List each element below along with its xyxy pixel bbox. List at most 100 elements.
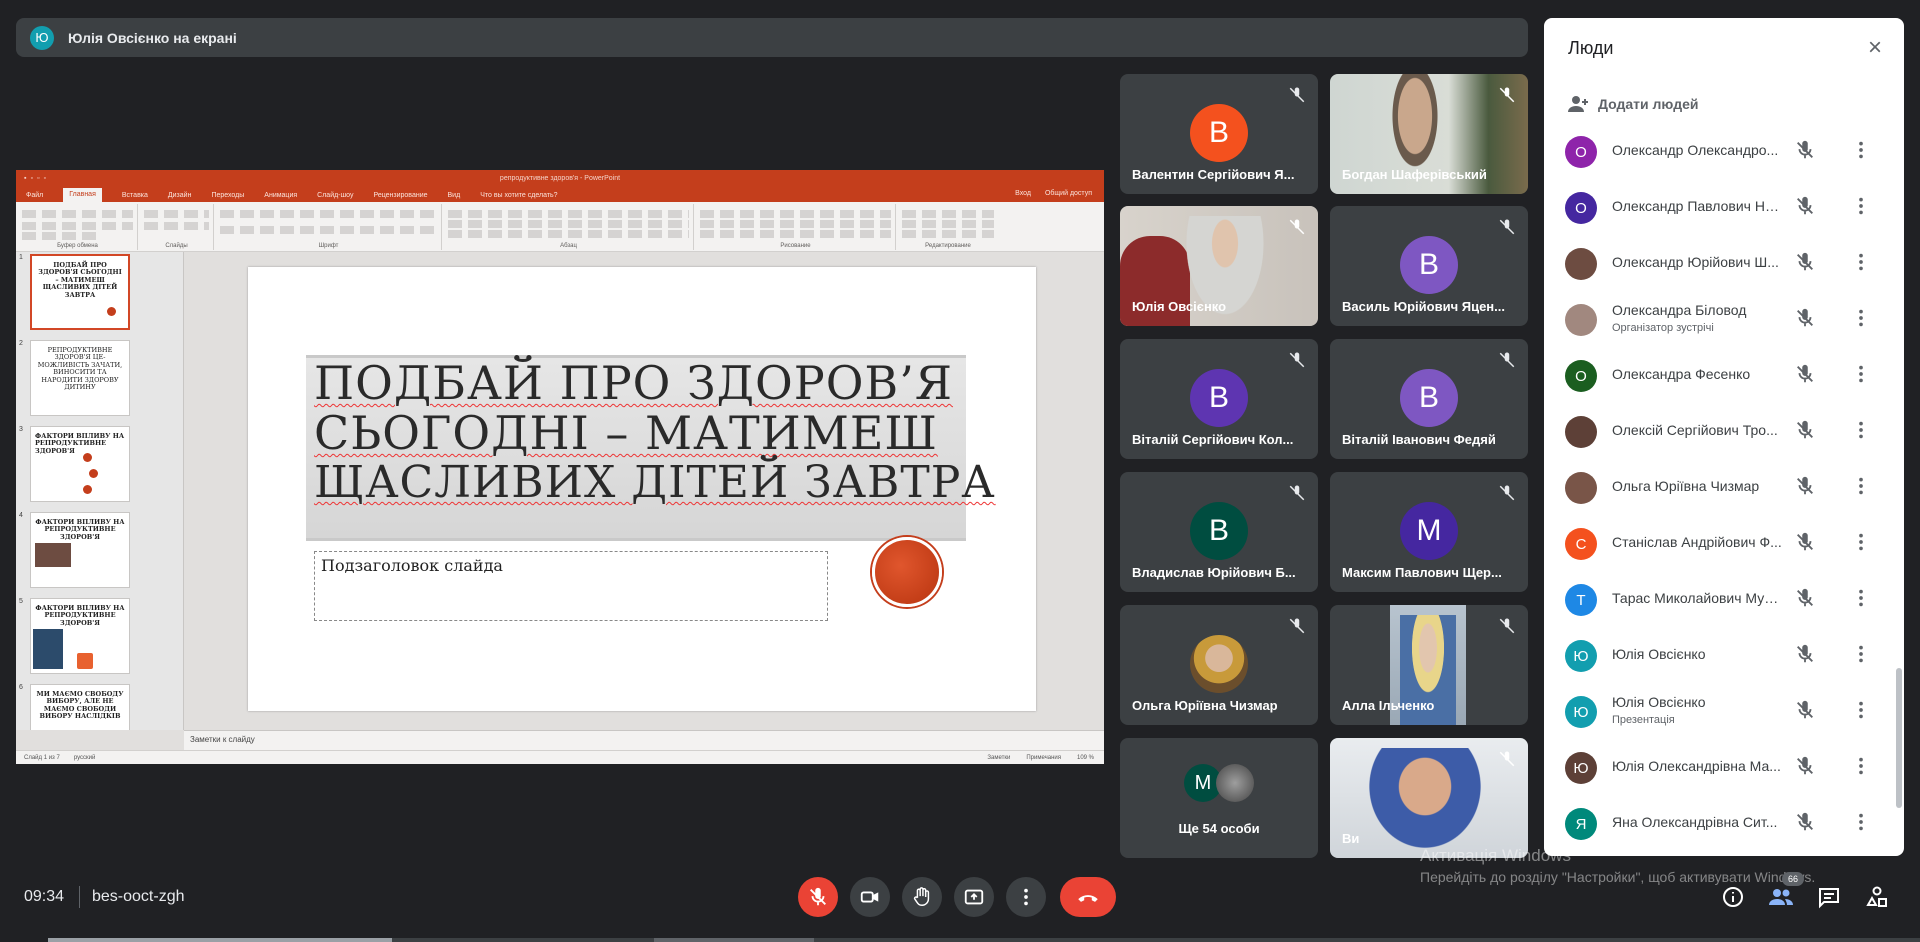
tile-participant[interactable]: В Віталій Іванович Федяй <box>1330 339 1528 459</box>
avatar: Ю <box>1565 752 1597 784</box>
avatar: Я <box>1565 808 1597 840</box>
mic-off-icon <box>1499 352 1515 368</box>
tile-name: Валентин Сергійович Я... <box>1132 167 1295 182</box>
tile-participant[interactable]: Богдан Шаферівський <box>1330 74 1528 194</box>
menu-signin: Вход <box>1015 190 1031 197</box>
more-vert-icon[interactable] <box>1850 139 1870 161</box>
more-vert-icon[interactable] <box>1850 307 1870 329</box>
participant-row[interactable]: С Станіслав Андрійович Ф... <box>1544 514 1888 570</box>
scrollbar[interactable] <box>1896 668 1902 808</box>
person-add-icon <box>1568 96 1588 112</box>
tile-self[interactable]: Ви <box>1330 738 1528 858</box>
present-button[interactable] <box>954 877 994 917</box>
more-vert-icon[interactable] <box>1850 251 1870 273</box>
avatar-photo <box>1216 764 1254 802</box>
tile-participant[interactable]: В Владислав Юрійович Б... <box>1120 472 1318 592</box>
mic-off-icon <box>1794 475 1816 497</box>
tile-participant[interactable]: Ольга Юріївна Чизмар <box>1120 605 1318 725</box>
more-vert-icon[interactable] <box>1850 419 1870 441</box>
more-vert-icon[interactable] <box>1850 587 1870 609</box>
mic-off-icon <box>1794 811 1816 833</box>
tile-more-people[interactable]: М Ще 54 особи <box>1120 738 1318 858</box>
participant-row[interactable]: Ю Юлія Олександрівна Ма... <box>1544 738 1888 794</box>
participant-row[interactable]: Олександр Юрійович Ш... <box>1544 234 1888 290</box>
participant-name: Юлія Овсієнко <box>1612 694 1706 710</box>
more-vert-icon[interactable] <box>1850 643 1870 665</box>
participant-row[interactable]: О Олександр Олександро... <box>1544 122 1888 178</box>
mic-off-icon <box>1499 618 1515 634</box>
more-options-button[interactable] <box>1006 877 1046 917</box>
participant-name: Ольга Юріївна Чизмар <box>1612 478 1760 494</box>
tile-participant[interactable]: В Віталій Сергійович Кол... <box>1120 339 1318 459</box>
menu-file: Файл <box>26 191 44 199</box>
participant-row[interactable]: Олексій Сергійович Тро... <box>1544 402 1888 458</box>
activities-button[interactable] <box>1864 884 1890 910</box>
thumb-slide-6: МИ МАЄМО СВОБОДУ ВИБОРУ, АЛЕ НЕ МАЄМО СВ… <box>30 684 130 730</box>
mic-off-icon <box>1289 352 1305 368</box>
slide-subtitle: Подзаголовок слайда <box>314 551 828 621</box>
avatar <box>1565 304 1597 336</box>
chat-button[interactable] <box>1816 884 1842 910</box>
presenter-avatar: Ю <box>30 25 54 50</box>
slide-decor-circle <box>872 537 942 607</box>
participant-row[interactable]: О Олександр Павлович Но... <box>1544 178 1888 234</box>
avatar: М <box>1400 502 1458 560</box>
divider <box>79 886 80 908</box>
menu-review: Рецензирование <box>373 191 428 199</box>
participant-row[interactable]: Ольга Юріївна Чизмар <box>1544 458 1888 514</box>
participant-row[interactable]: Ю Юлія Овсієнко <box>1544 626 1888 682</box>
more-vert-icon[interactable] <box>1850 811 1870 833</box>
tile-participant[interactable]: В Василь Юрійович Яцен... <box>1330 206 1528 326</box>
raise-hand-button[interactable] <box>902 877 942 917</box>
mic-off-icon <box>1289 87 1305 103</box>
thumb-slide-3: ФАКТОРИ ВПЛИВУ НА РЕПРОДУКТИВНЕ ЗДОРОВ'Я <box>30 426 130 502</box>
people-icon <box>1769 889 1793 905</box>
tile-name: Юлія Овсієнко <box>1132 299 1227 314</box>
add-people-button[interactable]: Додати людей <box>1566 92 1698 116</box>
mic-off-icon <box>1289 485 1305 501</box>
more-vert-icon[interactable] <box>1850 699 1870 721</box>
people-button[interactable] <box>1768 884 1794 910</box>
participant-row[interactable]: О Олександра Фесенко <box>1544 346 1888 402</box>
more-vert-icon[interactable] <box>1850 363 1870 385</box>
powerpoint-statusbar: Слайд 1 из 7 русский Заметки Примечания … <box>16 750 1104 764</box>
participant-row[interactable]: Ю Юлія Овсієнко Презентація <box>1544 682 1888 738</box>
powerpoint-titlebar: ▪▫▫▫ репродуктивне здоров'я - PowerPoint <box>16 170 1104 188</box>
participant-row[interactable]: Т Тарас Миколайович Муз... <box>1544 570 1888 626</box>
panel-title: Люди <box>1568 38 1614 58</box>
more-vert-icon[interactable] <box>1850 531 1870 553</box>
participant-row[interactable]: Олександра Біловод Організатор зустрічі <box>1544 290 1888 346</box>
mic-off-icon <box>1289 618 1305 634</box>
more-vert-icon[interactable] <box>1850 755 1870 777</box>
more-vert-icon[interactable] <box>1850 475 1870 497</box>
avatar: В <box>1400 369 1458 427</box>
tile-participant[interactable]: Юлія Овсієнко <box>1120 206 1318 326</box>
meeting-details-button[interactable] <box>1720 884 1746 910</box>
close-icon[interactable]: × <box>1864 36 1886 60</box>
mic-off-icon <box>1499 219 1515 235</box>
participant-name: Олександр Павлович Но... <box>1612 198 1782 214</box>
camera-toggle-button[interactable] <box>850 877 890 917</box>
mic-off-icon <box>1499 87 1515 103</box>
tile-name: Віталій Сергійович Кол... <box>1132 432 1294 447</box>
avatar <box>1565 416 1597 448</box>
more-vert-icon[interactable] <box>1850 195 1870 217</box>
tile-participant[interactable]: М Максим Павлович Щер... <box>1330 472 1528 592</box>
tile-participant[interactable]: Алла Ільченко <box>1330 605 1528 725</box>
windows-activation-title: Активація Windows <box>1420 846 1571 865</box>
chat-icon <box>1819 888 1839 909</box>
avatar: О <box>1565 136 1597 168</box>
mic-off-icon <box>1794 643 1816 665</box>
participant-name: Юлія Овсієнко <box>1612 646 1706 662</box>
slide-notes: Заметки к слайду <box>184 730 1104 750</box>
tile-participant[interactable]: В Валентин Сергійович Я... <box>1120 74 1318 194</box>
participant-row[interactable]: Я Яна Олександрівна Сит... <box>1544 794 1888 850</box>
mic-toggle-button[interactable] <box>798 877 838 917</box>
tile-name: Богдан Шаферівський <box>1342 167 1487 182</box>
mic-off-icon <box>1794 251 1816 273</box>
leave-call-button[interactable] <box>1060 877 1116 917</box>
thumb-slide-4: ФАКТОРИ ВПЛИВУ НА РЕПРОДУКТИВНЕ ЗДОРОВ'Я <box>30 512 130 588</box>
ribbon-font: Шрифт <box>216 204 442 250</box>
mic-off-icon <box>1289 219 1305 235</box>
avatar: О <box>1565 192 1597 224</box>
